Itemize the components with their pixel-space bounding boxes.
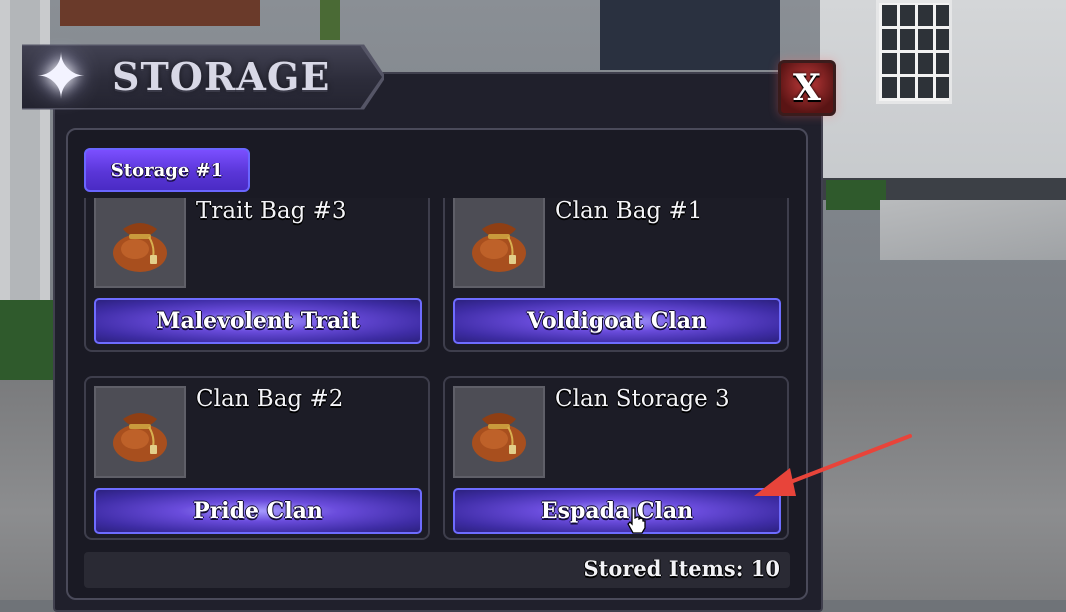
- hand-cursor-icon: [627, 507, 646, 534]
- annotation-arrow-icon: [754, 434, 912, 496]
- right-building-window: [876, 0, 952, 104]
- close-icon: X: [793, 67, 821, 109]
- background-building: [600, 0, 780, 70]
- tab-storage-1[interactable]: Storage #1: [84, 148, 250, 192]
- close-button[interactable]: X: [778, 60, 836, 116]
- item-thumbnail: [453, 386, 545, 478]
- stored-items-count: Stored Items: 10: [583, 556, 780, 581]
- item-thumbnail: [94, 386, 186, 478]
- storage-footer: Stored Items: 10: [84, 552, 790, 588]
- item-action-button[interactable]: Voldigoat Clan: [453, 298, 781, 344]
- loot-bag-icon: [472, 413, 526, 462]
- item-name: Clan Bag #2: [196, 386, 344, 412]
- item-thumbnail: [453, 198, 545, 288]
- storage-item-grid: Trait Bag #3 Malevolent Trait Clan Bag #…: [84, 198, 790, 548]
- grass-patch-right: [826, 180, 886, 210]
- storage-item-card: Trait Bag #3 Malevolent Trait: [84, 198, 430, 352]
- item-action-button[interactable]: Malevolent Trait: [94, 298, 422, 344]
- loot-bag-icon: [113, 413, 167, 462]
- window-title: STORAGE: [112, 54, 331, 99]
- item-action-button[interactable]: Espada Clan: [453, 488, 781, 534]
- item-action-button[interactable]: Pride Clan: [94, 488, 422, 534]
- loot-bag-icon: [113, 223, 167, 272]
- item-thumbnail: [94, 198, 186, 288]
- loot-bag-icon: [472, 223, 526, 272]
- storage-item-card: Clan Bag #2 Pride Clan: [84, 376, 430, 540]
- item-name: Trait Bag #3: [196, 198, 347, 224]
- sidewalk: [880, 200, 1066, 260]
- background-roof: [60, 0, 260, 26]
- item-name: Clan Storage 3: [555, 386, 730, 412]
- storage-item-card: Clan Bag #1 Voldigoat Clan: [443, 198, 789, 352]
- storage-item-card: Clan Storage 3 Espada Clan: [443, 376, 789, 540]
- sparkle-star-icon: ✦: [35, 40, 87, 113]
- background-pole: [320, 0, 340, 40]
- item-name: Clan Bag #1: [555, 198, 703, 224]
